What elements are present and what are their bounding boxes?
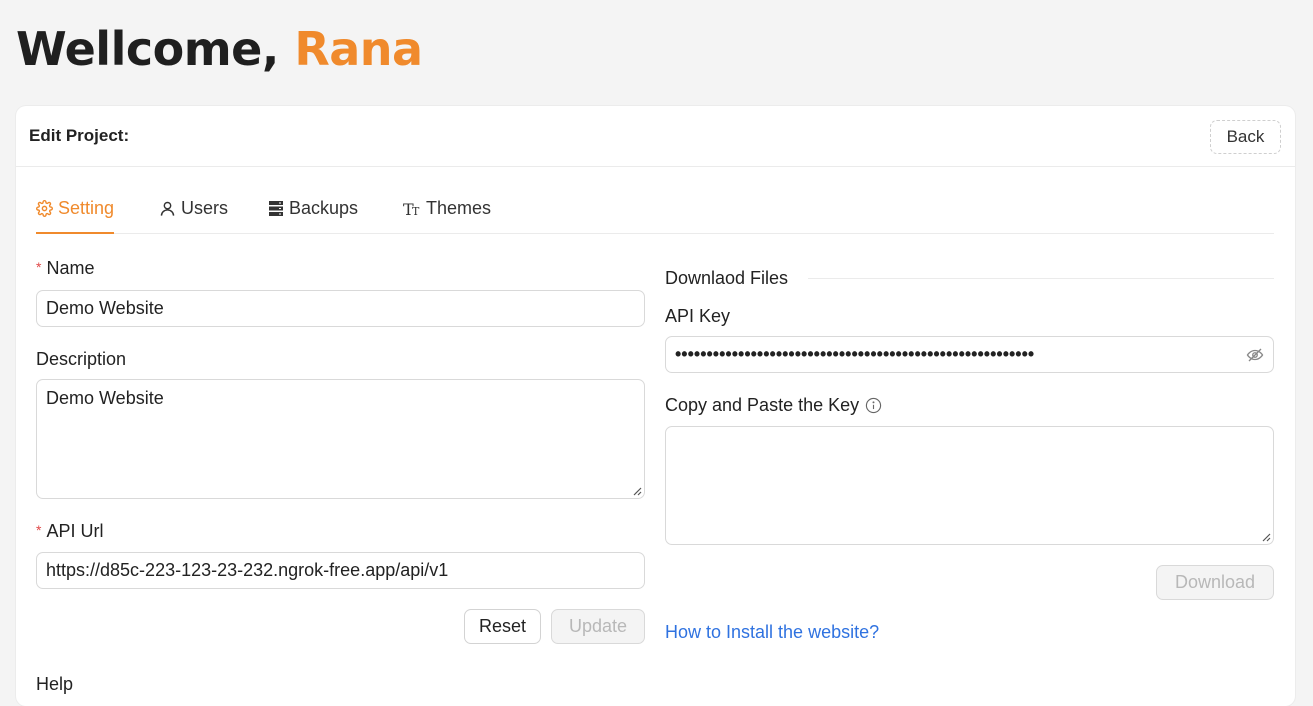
page-greeting: Wellcome, Rana: [16, 22, 423, 76]
card-title: Edit Project:: [29, 126, 130, 145]
tab-themes[interactable]: TT Themes: [403, 198, 491, 234]
resize-handle-icon[interactable]: [1261, 532, 1271, 542]
download-section-text: Downlaod Files: [665, 268, 789, 288]
name-label: * Name: [36, 258, 94, 279]
api-key-label: API Key: [665, 306, 731, 326]
api-url-label: * API Url: [36, 521, 103, 542]
name-label-text: Name: [46, 258, 95, 278]
update-button[interactable]: Update: [551, 609, 645, 644]
description-label: Description: [36, 349, 127, 369]
svg-text:T: T: [412, 205, 420, 217]
greeting-username: Rana: [294, 22, 423, 76]
api-key-masked-value: ••••••••••••••••••••••••••••••••••••••••…: [675, 344, 1035, 364]
tab-label: Setting: [58, 198, 115, 218]
edit-project-card: Edit Project: Back Setting Users Backups…: [16, 106, 1295, 706]
tab-bar: Setting Users Backups TT Themes: [36, 186, 1274, 234]
tab-label: Backups: [289, 198, 359, 218]
resize-handle-icon[interactable]: [632, 486, 642, 496]
description-textarea[interactable]: Demo Website: [36, 379, 645, 499]
paste-key-textarea[interactable]: [665, 426, 1274, 545]
eye-invisible-icon[interactable]: [1246, 346, 1264, 364]
database-icon: [269, 201, 283, 216]
api-url-input[interactable]: https://d85c-223-123-23-232.ngrok-free.a…: [36, 552, 645, 589]
paste-key-label-text: Copy and Paste the Key: [665, 395, 860, 415]
required-asterisk: *: [36, 259, 42, 275]
back-button[interactable]: Back: [1210, 120, 1281, 154]
gear-icon: [36, 200, 53, 217]
paste-key-label: Copy and Paste the Key: [665, 395, 882, 416]
info-circle-icon[interactable]: [865, 397, 882, 414]
description-text: Demo Website: [46, 388, 164, 408]
api-key-input[interactable]: ••••••••••••••••••••••••••••••••••••••••…: [665, 336, 1274, 373]
greeting-prefix: Wellcome,: [16, 22, 295, 76]
section-divider: [808, 278, 1274, 279]
install-help-link[interactable]: How to Install the website?: [665, 622, 879, 643]
tab-setting[interactable]: Setting: [36, 198, 115, 234]
tab-users[interactable]: Users: [159, 198, 228, 234]
required-asterisk: *: [36, 522, 42, 538]
tab-label: Users: [181, 198, 229, 218]
name-input[interactable]: Demo Website: [36, 290, 645, 327]
download-button[interactable]: Download: [1156, 565, 1274, 600]
font-size-icon: TT: [403, 200, 420, 217]
api-url-label-text: API Url: [46, 521, 104, 541]
next-field-label: Help: [36, 674, 74, 694]
reset-button[interactable]: Reset: [464, 609, 541, 644]
download-section-title: Downlaod Files: [665, 268, 1274, 289]
card-header: Edit Project: Back: [16, 106, 1295, 167]
tab-label: Themes: [426, 198, 492, 218]
user-icon: [160, 201, 175, 216]
tab-backups[interactable]: Backups: [268, 198, 358, 234]
